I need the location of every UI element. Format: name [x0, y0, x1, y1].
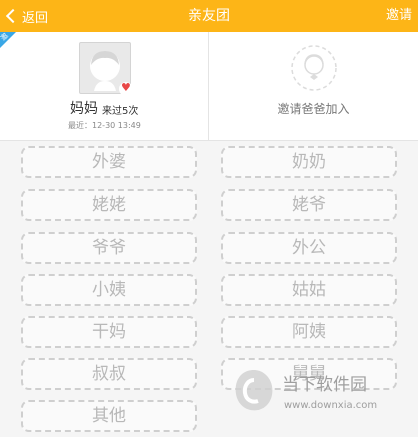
slot-laolao[interactable]: 姥姥: [21, 189, 197, 221]
card-divider: [208, 32, 209, 140]
member-cards: 邀 妈妈 来过5次 最近：12-30 13:49 邀请爸爸加入: [0, 32, 418, 141]
visit-count: 来过5次: [102, 106, 139, 117]
invite-dad-label[interactable]: 邀请爸爸加入: [209, 100, 418, 117]
slot-waigong[interactable]: 外公: [221, 232, 397, 264]
slot-shushu[interactable]: 叔叔: [21, 358, 197, 390]
member-name: 妈妈: [70, 101, 98, 117]
slot-nainai[interactable]: 奶奶: [221, 146, 397, 178]
top-bar: 返回 亲友团 邀请: [0, 0, 418, 32]
slot-gugu[interactable]: 姑姑: [221, 274, 397, 306]
member-avatar[interactable]: [79, 42, 133, 96]
slot-ayi[interactable]: 阿姨: [221, 316, 397, 348]
invite-button[interactable]: 邀请: [386, 0, 412, 32]
watermark-url: www.downxia.com: [284, 400, 378, 411]
slot-other[interactable]: 其他: [21, 400, 197, 432]
slot-xiaoyi[interactable]: 小姨: [21, 274, 197, 306]
slot-ganma[interactable]: 干妈: [21, 316, 197, 348]
heart-icon: [119, 81, 133, 96]
invite-avatar-placeholder-icon[interactable]: [290, 44, 338, 92]
recent-visit-time: 最近：12-30 13:49: [68, 121, 141, 130]
slot-laoye[interactable]: 姥爷: [221, 189, 397, 221]
slot-yeye[interactable]: 爷爷: [21, 232, 197, 264]
page-title: 亲友团: [188, 8, 230, 24]
slot-jiujiu[interactable]: 舅舅: [221, 358, 397, 390]
slot-waipo[interactable]: 外婆: [21, 146, 197, 178]
